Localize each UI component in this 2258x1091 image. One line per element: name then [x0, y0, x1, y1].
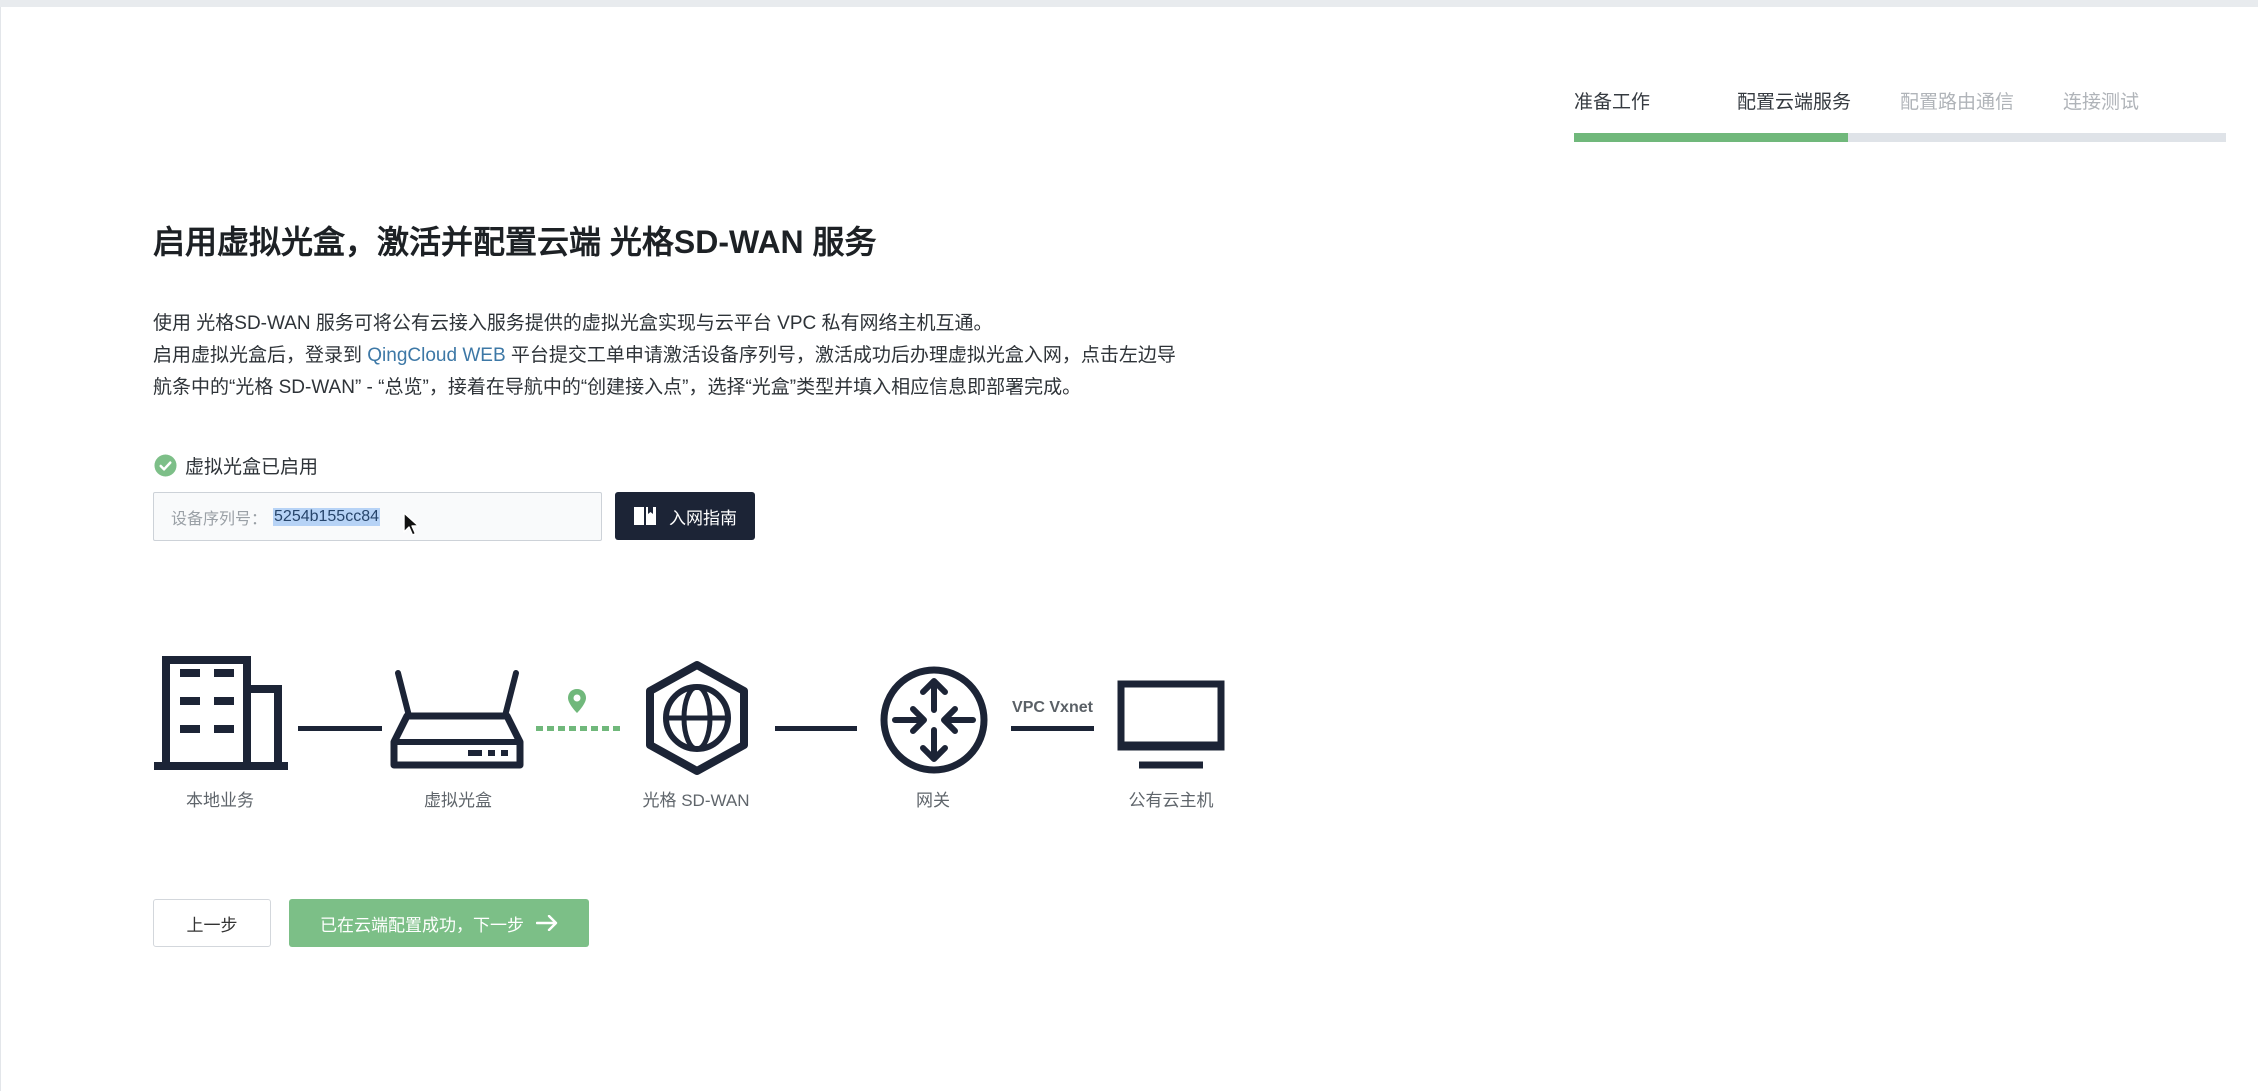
- node-label-local: 本地业务: [186, 791, 254, 810]
- link-line-box-to-sdwan: [536, 726, 620, 731]
- progress-fill: [1574, 133, 1848, 142]
- qingcloud-web-link[interactable]: QingCloud WEB: [367, 345, 505, 366]
- mouse-cursor-icon: [403, 512, 420, 536]
- next-step-label: 已在云端配置成功，下一步: [320, 915, 524, 935]
- network-guide-label: 入网指南: [669, 508, 737, 528]
- status-text: 虚拟光盒已启用: [185, 456, 319, 478]
- next-step-button[interactable]: 已在云端配置成功，下一步: [289, 899, 589, 947]
- step-cloud-config: 配置云端服务: [1737, 92, 1852, 113]
- book-icon: [634, 507, 656, 525]
- serial-number-field[interactable]: 设备序列号： 5254b155cc84: [153, 492, 602, 541]
- previous-step-label: 上一步: [186, 915, 238, 935]
- globe-hexagon-icon: [646, 661, 748, 775]
- previous-step-button[interactable]: 上一步: [153, 899, 271, 947]
- step-route-config: 配置路由通信: [1900, 92, 2015, 113]
- progress-track: [1574, 133, 2226, 142]
- vpc-vxnet-label: VPC Vxnet: [1012, 699, 1093, 716]
- description-line-3: 航条中的“光格 SD-WAN” - “总览”，接着在导航中的“创建接入点”，选择…: [153, 377, 1082, 398]
- gateway-icon: [880, 666, 988, 774]
- node-label-sdwan: 光格 SD-WAN: [642, 791, 750, 810]
- node-label-gateway: 网关: [916, 791, 950, 810]
- node-label-virtual-box: 虚拟光盒: [424, 791, 492, 810]
- building-icon: [154, 656, 288, 770]
- step-prepare: 准备工作: [1574, 92, 1651, 113]
- link-line-sdwan-to-gateway: [775, 726, 857, 731]
- arrow-right-icon: [536, 915, 558, 931]
- description-line-2: 启用虚拟光盒后，登录到 QingCloud WEB 平台提交工单申请激活设备序列…: [153, 340, 1176, 372]
- top-strip: [0, 0, 2258, 7]
- wizard-steps: 准备工作 配置云端服务 配置路由通信 连接测试: [1574, 88, 2226, 118]
- link-line-gateway-to-host: [1011, 726, 1094, 731]
- enabled-status: 虚拟光盒已启用: [154, 452, 318, 478]
- link-line-local-to-box: [298, 726, 382, 731]
- page-title: 启用虚拟光盒，激活并配置云端 光格SD-WAN 服务: [153, 224, 877, 260]
- monitor-icon: [1117, 680, 1225, 769]
- node-label-cloud-host: 公有云主机: [1128, 791, 1214, 810]
- serial-number-label: 设备序列号：: [171, 510, 268, 528]
- description-line-1: 使用 光格SD-WAN 服务可将公有云接入服务提供的虚拟光盒实现与云平台 VPC…: [153, 313, 993, 334]
- step-connection-test: 连接测试: [2063, 92, 2140, 113]
- serial-number-value[interactable]: 5254b155cc84: [273, 507, 380, 526]
- description-line-2-end: 平台提交工单申请激活设备序列号，激活成功后办理虚拟光盒入网，点击左边导: [505, 345, 1176, 366]
- description-line-2-start: 启用虚拟光盒后，登录到: [153, 345, 368, 366]
- router-icon: [390, 670, 524, 769]
- check-circle-icon: [154, 453, 177, 477]
- description: 使用 光格SD-WAN 服务可将公有云接入服务提供的虚拟光盒实现与云平台 VPC…: [153, 308, 1176, 404]
- location-pin-icon: [568, 689, 586, 713]
- network-guide-button[interactable]: 入网指南: [615, 492, 755, 540]
